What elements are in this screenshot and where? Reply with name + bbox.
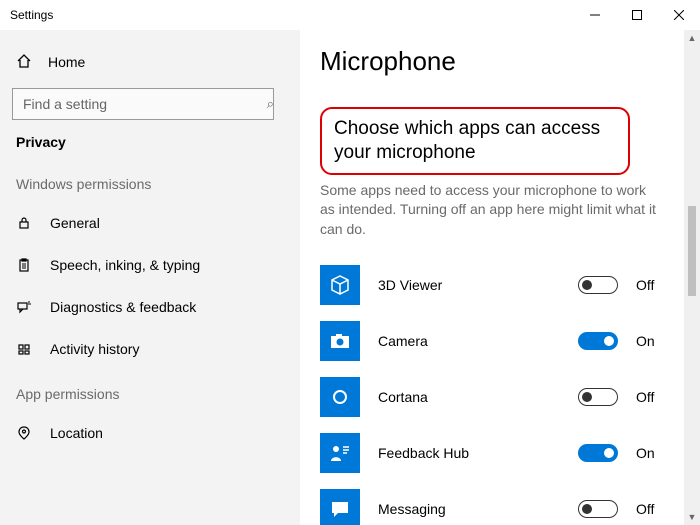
app-name: Cortana — [378, 389, 560, 405]
app-row-feedback-hub: Feedback Hub On — [320, 425, 664, 481]
toggle-messaging[interactable] — [578, 500, 618, 518]
messaging-icon — [320, 489, 360, 525]
page-title: Microphone — [320, 46, 664, 77]
app-name: 3D Viewer — [378, 277, 560, 293]
home-label: Home — [48, 54, 85, 70]
search-icon: ⌕ — [267, 96, 274, 112]
scroll-down-arrow[interactable]: ▼ — [688, 509, 697, 525]
location-icon — [16, 426, 32, 440]
history-icon — [16, 342, 32, 356]
app-row-3d-viewer: 3D Viewer Off — [320, 257, 664, 313]
titlebar: Settings — [0, 0, 700, 30]
scroll-thumb[interactable] — [688, 206, 696, 296]
main-panel: Microphone Choose which apps can access … — [300, 30, 700, 525]
sidebar-item-location[interactable]: Location — [12, 412, 288, 454]
toggle-state: Off — [636, 277, 664, 293]
sidebar-item-speech[interactable]: Speech, inking, & typing — [12, 244, 288, 286]
sidebar: Home ⌕ Privacy Windows permissions Gener… — [0, 30, 300, 525]
minimize-button[interactable] — [574, 0, 616, 30]
app-row-camera: Camera On — [320, 313, 664, 369]
feedback-hub-icon — [320, 433, 360, 473]
3d-viewer-icon — [320, 265, 360, 305]
sidebar-item-diagnostics[interactable]: Diagnostics & feedback — [12, 286, 288, 328]
clipboard-icon — [16, 258, 32, 272]
section-heading-windows-permissions: Windows permissions — [16, 176, 288, 192]
sidebar-item-label: Diagnostics & feedback — [50, 299, 196, 315]
highlighted-subheading: Choose which apps can access your microp… — [320, 107, 630, 175]
app-name: Messaging — [378, 501, 560, 517]
search-box[interactable]: ⌕ — [12, 88, 288, 120]
subheading-text: Choose which apps can access your microp… — [334, 117, 616, 165]
toggle-state: On — [636, 445, 664, 461]
home-icon — [16, 53, 32, 72]
app-row-messaging: Messaging Off — [320, 481, 664, 525]
search-input[interactable] — [12, 88, 274, 120]
toggle-3d-viewer[interactable] — [578, 276, 618, 294]
sidebar-item-label: Speech, inking, & typing — [50, 257, 200, 273]
sidebar-item-label: Location — [50, 425, 103, 441]
app-name: Feedback Hub — [378, 445, 560, 461]
sidebar-item-label: Activity history — [50, 341, 139, 357]
current-section-label: Privacy — [16, 134, 288, 150]
sidebar-item-activity-history[interactable]: Activity history — [12, 328, 288, 370]
toggle-state: Off — [636, 389, 664, 405]
scrollbar[interactable]: ▲ ▼ — [684, 30, 700, 525]
feedback-icon — [16, 300, 32, 314]
toggle-camera[interactable] — [578, 332, 618, 350]
cortana-icon — [320, 377, 360, 417]
camera-icon — [320, 321, 360, 361]
sidebar-item-label: General — [50, 215, 100, 231]
toggle-state: On — [636, 333, 664, 349]
close-button[interactable] — [658, 0, 700, 30]
window-title: Settings — [10, 8, 574, 22]
app-row-cortana: Cortana Off — [320, 369, 664, 425]
toggle-state: Off — [636, 501, 664, 517]
section-heading-app-permissions: App permissions — [16, 386, 288, 402]
toggle-feedback-hub[interactable] — [578, 444, 618, 462]
description-text: Some apps need to access your microphone… — [320, 181, 664, 240]
toggle-cortana[interactable] — [578, 388, 618, 406]
sidebar-item-general[interactable]: General — [12, 202, 288, 244]
scroll-up-arrow[interactable]: ▲ — [688, 30, 697, 46]
home-nav[interactable]: Home — [12, 42, 288, 82]
lock-icon — [16, 216, 32, 230]
app-name: Camera — [378, 333, 560, 349]
maximize-button[interactable] — [616, 0, 658, 30]
